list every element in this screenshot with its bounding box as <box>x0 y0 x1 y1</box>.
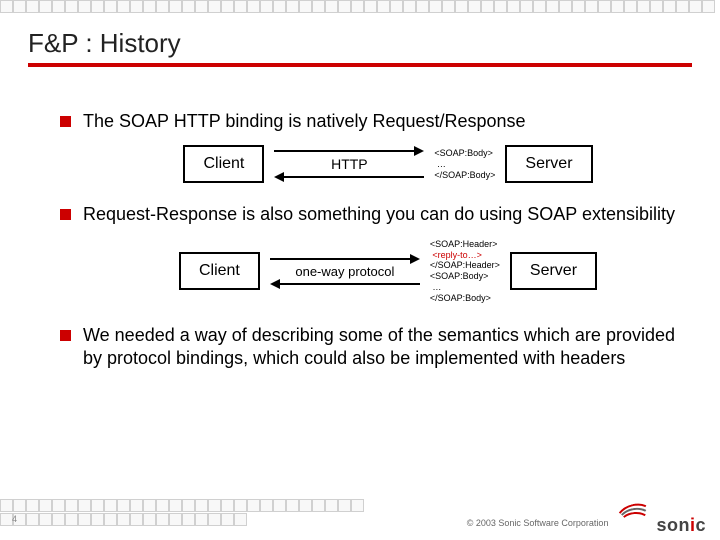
decor-bottom-2 <box>0 513 247 526</box>
bullet-2: Request-Response is also something you c… <box>60 203 680 226</box>
diagram-2: Client one-way protocol <SOAP:Header> <r… <box>96 239 680 304</box>
client-box: Client <box>179 252 260 290</box>
bullet-text: The SOAP HTTP binding is natively Reques… <box>83 110 526 133</box>
arrows: one-way protocol <box>270 254 420 289</box>
logo-swoosh-icon <box>616 504 654 536</box>
decor-bottom-1 <box>0 499 364 512</box>
soap-code-1: <SOAP:Body> … </SOAP:Body> <box>434 148 495 180</box>
arrow-label: HTTP <box>331 156 368 172</box>
slide-title: F&P : History <box>28 28 692 59</box>
bullet-1: The SOAP HTTP binding is natively Reques… <box>60 110 680 133</box>
soap-code-2: <SOAP:Header> <reply-to…> </SOAP:Header>… <box>430 239 500 304</box>
bullet-icon <box>60 330 71 341</box>
diagram-1: Client HTTP <SOAP:Body> … </SOAP:Body> S… <box>96 145 680 183</box>
logo-text: sonic <box>656 515 706 536</box>
arrow-right <box>274 146 424 156</box>
content-area: The SOAP HTTP binding is natively Reques… <box>60 110 680 382</box>
sonic-logo: sonic <box>616 504 706 536</box>
bullet-text: We needed a way of describing some of th… <box>83 324 680 371</box>
title-underline <box>28 63 692 67</box>
client-box: Client <box>183 145 264 183</box>
decor-top <box>0 0 715 13</box>
bullet-icon <box>60 209 71 220</box>
bullet-text: Request-Response is also something you c… <box>83 203 675 226</box>
title-bar: F&P : History <box>28 28 692 67</box>
copyright: © 2003 Sonic Software Corporation <box>467 518 609 528</box>
server-box: Server <box>505 145 592 183</box>
bullet-3: We needed a way of describing some of th… <box>60 324 680 371</box>
arrow-label: one-way protocol <box>295 264 394 279</box>
bullet-icon <box>60 116 71 127</box>
arrow-right <box>270 254 420 264</box>
footer: © 2003 Sonic Software Corporation sonic <box>467 504 706 536</box>
page-number: 4 <box>12 514 17 524</box>
arrow-left <box>274 172 424 182</box>
arrow-left <box>270 279 420 289</box>
arrows: HTTP <box>274 146 424 182</box>
server-box: Server <box>510 252 597 290</box>
